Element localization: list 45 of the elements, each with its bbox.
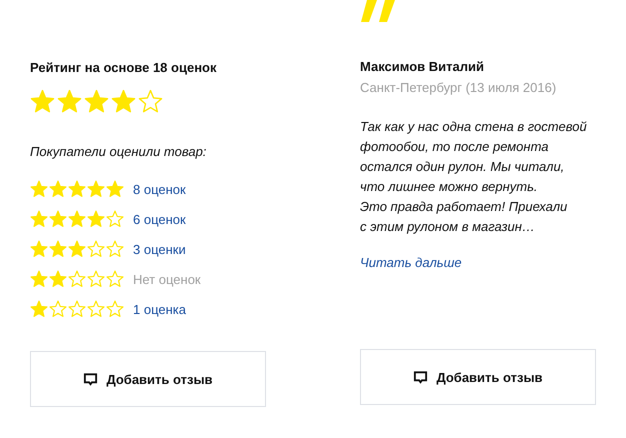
- review-author: Максимов Виталий: [360, 58, 484, 76]
- star-icon: [87, 210, 105, 228]
- star-icon: [138, 89, 163, 114]
- star-icon: [49, 180, 67, 198]
- star-icon: [30, 180, 48, 198]
- star-icon: [111, 89, 136, 114]
- rating-subtitle: Покупатели оценили товар:: [30, 143, 206, 161]
- rating-count-link[interactable]: 1 оценка: [133, 302, 186, 316]
- star-icon: [49, 270, 67, 288]
- star-icon: [68, 240, 86, 258]
- add-review-button[interactable]: Добавить отзыв: [30, 351, 266, 407]
- comment-icon: [83, 372, 98, 386]
- review-meta: Санкт-Петербург (13 июля 2016): [360, 79, 556, 97]
- star-icon: [49, 300, 67, 318]
- star-icon: [68, 270, 86, 288]
- star-icon: [57, 89, 82, 114]
- star-icon: [30, 240, 48, 258]
- star-icon: [106, 210, 124, 228]
- star-icon: [87, 240, 105, 258]
- star-icon: [106, 300, 124, 318]
- star-icon: [106, 180, 124, 198]
- star-icon: [49, 210, 67, 228]
- star-icon: [68, 180, 86, 198]
- rating-count-link[interactable]: 3 оценки: [133, 242, 186, 256]
- star-icon: [84, 89, 109, 114]
- star-icon: [87, 270, 105, 288]
- star-icon: [49, 240, 67, 258]
- add-review-button[interactable]: Добавить отзыв: [360, 349, 596, 405]
- star-icon: [68, 300, 86, 318]
- rating-count-link: Нет оценок: [133, 272, 201, 286]
- read-more-link[interactable]: Читать дальше: [360, 255, 462, 270]
- star-icon: [30, 270, 48, 288]
- rating-title: Рейтинг на основе 18 оценок: [30, 59, 216, 77]
- comment-icon: [413, 370, 428, 384]
- star-icon: [87, 300, 105, 318]
- star-icon: [87, 180, 105, 198]
- star-icon: [30, 300, 48, 318]
- star-icon: [30, 210, 48, 228]
- rating-count-link[interactable]: 6 оценок: [133, 212, 186, 226]
- star-icon: [30, 89, 55, 114]
- review-text: Так как у нас одна стена в гостевой фотообои, то после ремонта остался один рулон. Мы читали, что лишнее можно вернуть. Это правда работает! Приехали с этим рулоном в магазин…: [360, 118, 587, 236]
- star-icon: [106, 270, 124, 288]
- star-icon: [68, 210, 86, 228]
- rating-count-link[interactable]: 8 оценок: [133, 182, 186, 196]
- star-icon: [106, 240, 124, 258]
